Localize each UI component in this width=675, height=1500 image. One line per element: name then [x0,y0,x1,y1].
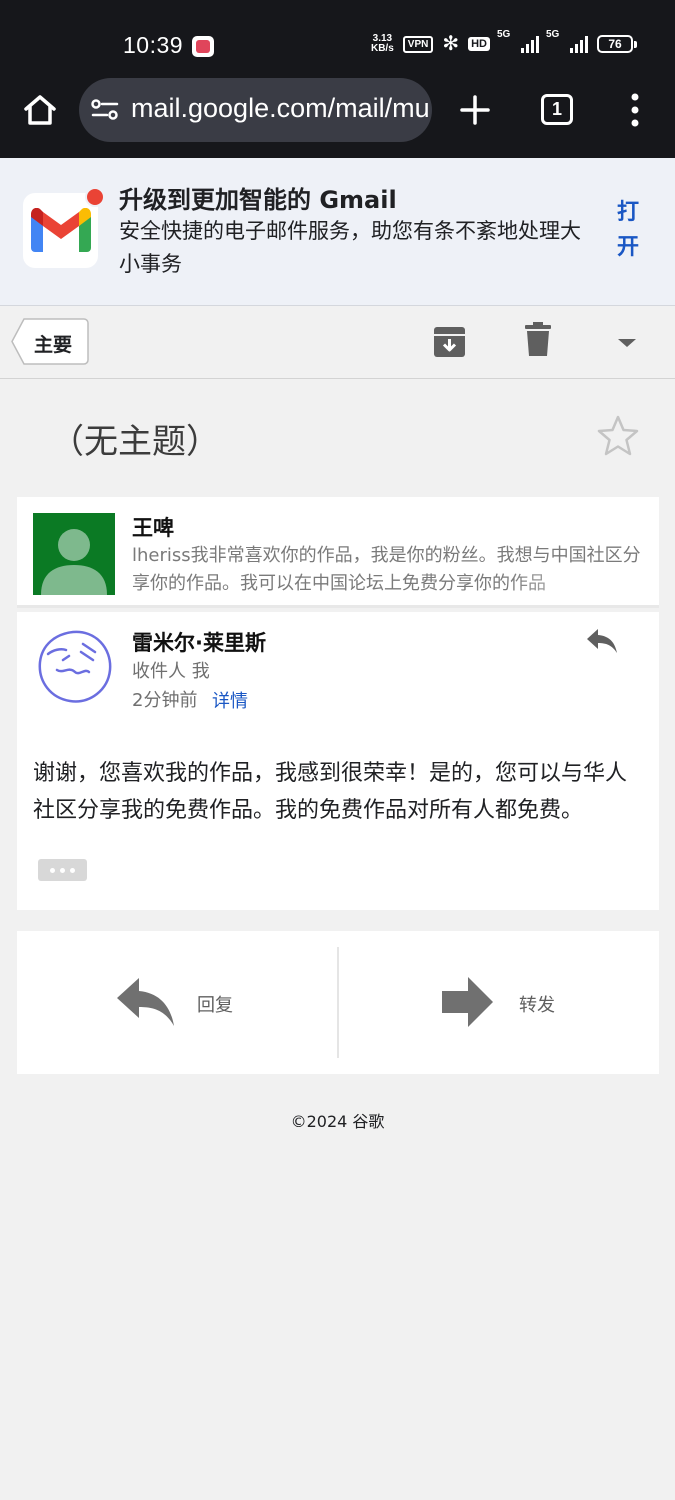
notification-app-icon [192,36,214,57]
avatar [33,513,115,595]
bluetooth-icon: ✻ [442,33,460,55]
home-icon[interactable] [20,90,60,130]
message-snippet: lheriss我非常喜欢你的作品，我是你的粉丝。我想与中国社区分享你的作品。我可… [132,542,647,598]
signal-icon: 5G [497,29,539,53]
footer-copyright: ©2024 谷歌 [290,1112,385,1131]
reply-button[interactable]: 回复 [17,931,337,1074]
tab-switcher-button[interactable]: 1 [541,94,573,125]
email-subject: （无主题） [50,422,220,462]
open-app-link[interactable]: 打开 [612,195,644,265]
forward-arrow-icon [442,977,493,1027]
network-speed-unit: KB/s [370,43,394,54]
notification-dot [85,187,105,207]
gmail-m-icon [31,208,91,252]
reply-icon[interactable] [585,626,619,656]
promo-title: 升级到更加智能的 Gmail [119,186,397,214]
gmail-logo [23,193,98,268]
details-link[interactable]: 详情 [212,687,248,713]
signal-label-2: 5G [546,29,560,40]
gmail-app-promo-banner: 升级到更加智能的 Gmail 安全快捷的电子邮件服务，助您有条不紊地处理大小事务… [0,158,675,306]
message-body: 谢谢，您喜欢我的作品，我感到很荣幸！是的，您可以与华人社区分享我的免费作品。我的… [33,761,628,823]
sender-name: 雷米尔·莱里斯 [132,631,266,655]
collapsed-message[interactable]: 王啤 lheriss我非常喜欢你的作品，我是你的粉丝。我想与中国社区分享你的作品… [17,497,659,608]
vpn-icon: VPN [402,35,434,53]
show-trimmed-content-button[interactable] [38,859,87,881]
snippet-fade [507,570,647,598]
recipient-line: 收件人 我 [132,661,210,682]
forward-button[interactable]: 转发 [339,931,659,1074]
hd-voice-icon: HD [468,37,490,51]
status-indicators: 3.13 KB/s VPN ✻ HD 5G 5G 76 [371,29,637,55]
thread-action-bar: 主要 [0,306,675,379]
signal-label: 5G [497,29,511,40]
default-avatar-icon [41,529,107,595]
status-time: 10:39 [123,32,184,58]
reply-forward-bar: 回复 转发 [17,931,659,1074]
expanded-message: 雷米尔·莱里斯 收件人 我 2分钟前 详情 谢谢，您喜欢我的作品，我感到很荣幸！… [17,612,659,910]
dropdown-arrow-icon[interactable] [615,336,639,350]
reply-icon [117,978,174,1026]
new-tab-icon[interactable] [458,90,492,130]
url-text: mail.google.com/mail/mu [131,93,430,123]
more-vert-icon[interactable] [624,92,646,128]
delete-icon[interactable] [525,322,551,356]
sender-name: 王啤 [132,516,174,540]
site-settings-icon[interactable] [91,98,119,122]
star-icon[interactable] [596,414,640,456]
reply-label: 回复 [197,995,233,1016]
archive-icon[interactable] [433,325,466,358]
avatar [38,630,112,703]
label-chip-text: 主要 [34,334,73,356]
address-bar[interactable]: mail.google.com/mail/mu [79,78,432,142]
network-speed: 3.13 KB/s [371,34,394,54]
status-bar: 10:39 3.13 KB/s VPN ✻ HD 5G 5G 76 [0,0,675,78]
browser-toolbar: mail.google.com/mail/mu 1 [0,78,675,158]
battery-level: 76 [597,35,633,53]
signal-icon-2: 5G [546,29,588,53]
forward-label: 转发 [519,995,555,1016]
battery-icon: 76 [597,35,637,53]
promo-description: 安全快捷的电子邮件服务，助您有条不紊地处理大小事务 [119,219,581,276]
tab-count: 1 [551,99,562,119]
message-time: 2分钟前 [132,690,198,711]
